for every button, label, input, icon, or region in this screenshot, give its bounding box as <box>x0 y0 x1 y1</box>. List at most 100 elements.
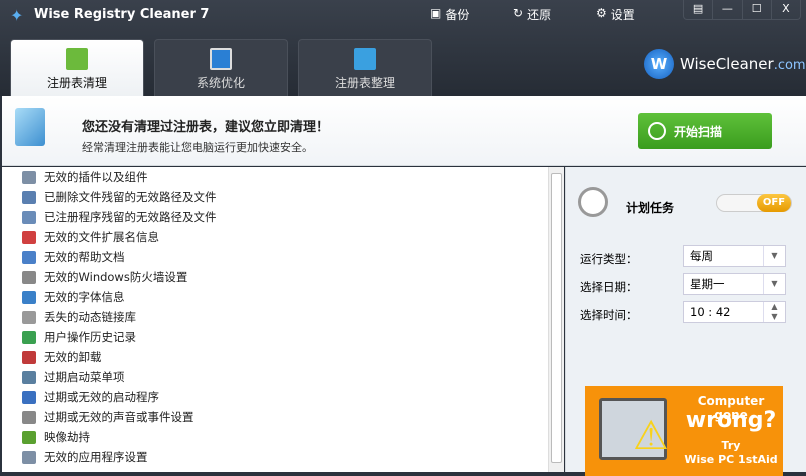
item-label: 过期启动菜单项 <box>44 370 125 384</box>
gear-icon: ⚙ <box>596 6 607 20</box>
scan-label: 开始扫描 <box>674 124 723 139</box>
list-item[interactable]: 无效的应用程序设置 <box>2 447 548 467</box>
item-label: 已注册程序残留的无效路径及文件 <box>44 210 217 224</box>
wise-pc-1staid-ad[interactable]: ⚠ Computer gone wrong? Try Wise PC 1stAid <box>585 386 783 476</box>
brand-name: WiseCleaner <box>680 55 774 73</box>
list-item[interactable]: 丢失的动态链接库 <box>2 307 548 327</box>
time-value: 10 : 42 <box>690 305 731 319</box>
item-label: 无效的字体信息 <box>44 290 125 304</box>
chevron-down-icon: ▼ <box>763 274 785 294</box>
category-icon <box>22 350 36 364</box>
banner-title: 您还没有清理过注册表，建议您立即清理！ <box>82 120 330 135</box>
date-select[interactable]: 星期一 ▼ <box>683 273 786 295</box>
title-bar: ✦ Wise Registry Cleaner 7 ▣ 备份 ↻ 还原 ⚙ 设置 ▤ … <box>0 0 806 96</box>
item-label: 丢失的动态链接库 <box>44 310 136 324</box>
run-type-select[interactable]: 每周 ▼ <box>683 245 786 267</box>
list-item[interactable]: 无效的字体信息 <box>2 287 548 307</box>
ad-cta: Try Wise PC 1stAid <box>681 439 781 467</box>
time-spinner[interactable]: 10 : 42 ▲ ▼ <box>683 301 786 323</box>
category-icon <box>22 190 36 204</box>
backup-label: 备份 <box>445 8 470 22</box>
tab-system-optimize[interactable]: 系统优化 <box>154 39 288 96</box>
list-item[interactable]: 无效的插件以及组件 <box>2 167 548 187</box>
category-icon <box>22 210 36 224</box>
window-controls: ▤ — ☐ X <box>683 0 801 20</box>
brand-suffix: .com <box>773 58 806 73</box>
schedule-title: 计划任务 <box>626 201 675 215</box>
item-label: 无效的插件以及组件 <box>44 170 148 184</box>
restore-label: 还原 <box>527 8 552 22</box>
settings-label: 设置 <box>610 8 635 22</box>
app-logo-icon: ✦ <box>10 6 24 25</box>
category-icon <box>22 170 36 184</box>
item-label: 无效的卸载 <box>44 350 102 364</box>
list-item[interactable]: 无效的卸载 <box>2 347 548 367</box>
tab-label: 系统优化 <box>196 76 245 90</box>
tab-label: 注册表整理 <box>334 76 395 90</box>
category-icon <box>22 410 36 424</box>
status-banner: 您还没有清理过注册表，建议您立即清理！ 经常清理注册表能让您电脑运行更加快速安全… <box>2 96 806 166</box>
toggle-label: OFF <box>757 194 791 212</box>
list-item[interactable]: 已删除文件残留的无效路径及文件 <box>2 187 548 207</box>
wisecleaner-logo[interactable]: W WiseCleaner.com <box>644 49 806 79</box>
cube-icon <box>15 108 45 146</box>
ad-line3: Try <box>721 439 741 452</box>
menu-button[interactable]: ▤ <box>684 0 712 19</box>
list-item[interactable]: 过期启动菜单项 <box>2 367 548 387</box>
scrollbar[interactable] <box>548 167 564 472</box>
category-icon <box>22 270 36 284</box>
close-button[interactable]: X <box>770 0 800 19</box>
start-scan-button[interactable]: 开始扫描 <box>638 113 772 149</box>
list-item[interactable]: 过期或无效的声音或事件设置 <box>2 407 548 427</box>
tab-registry-clean[interactable]: 注册表清理 <box>10 39 144 96</box>
monitor-icon <box>210 48 232 70</box>
list-item[interactable]: 无效的文件扩展名信息 <box>2 227 548 247</box>
item-label: 过期或无效的启动程序 <box>44 390 159 404</box>
settings-button[interactable]: ⚙ 设置 <box>596 6 635 23</box>
item-label: 无效的文件扩展名信息 <box>44 230 159 244</box>
category-icon <box>22 450 36 464</box>
ad-line4: Wise PC 1stAid <box>684 453 778 466</box>
category-icon <box>22 370 36 384</box>
scrollbar-thumb[interactable] <box>551 173 562 463</box>
minimize-button[interactable]: — <box>712 0 741 19</box>
restore-button[interactable]: ↻ 还原 <box>513 6 551 23</box>
category-icon <box>22 310 36 324</box>
app-title: Wise Registry Cleaner 7 <box>34 7 210 22</box>
chevron-down-icon: ▼ <box>763 246 785 266</box>
date-label: 选择日期： <box>580 280 638 294</box>
category-icon <box>22 290 36 304</box>
save-icon: ▣ <box>430 6 442 20</box>
category-icon <box>22 230 36 244</box>
stopwatch-icon <box>578 187 608 217</box>
category-icon <box>22 430 36 444</box>
list-item[interactable]: 用户操作历史记录 <box>2 327 548 347</box>
maximize-button[interactable]: ☐ <box>741 0 771 19</box>
spinner-arrows-icon[interactable]: ▲ ▼ <box>763 302 785 322</box>
registry-clean-icon <box>66 48 88 70</box>
item-label: 过期或无效的声音或事件设置 <box>44 410 194 424</box>
blocks-icon <box>354 48 376 70</box>
search-icon <box>648 122 666 140</box>
item-label: 映像劫持 <box>44 430 90 444</box>
backup-button[interactable]: ▣ 备份 <box>430 6 469 23</box>
scan-category-list: 无效的插件以及组件 已删除文件残留的无效路径及文件 已注册程序残留的无效路径及文件无… <box>2 167 548 472</box>
run-type-label: 运行类型： <box>580 252 638 266</box>
item-label: 无效的帮助文档 <box>44 250 125 264</box>
list-item[interactable]: 映像劫持 <box>2 427 548 447</box>
category-icon <box>22 390 36 404</box>
time-label: 选择时间： <box>580 308 638 322</box>
list-item[interactable]: 无效的帮助文档 <box>2 247 548 267</box>
tab-registry-defrag[interactable]: 注册表整理 <box>298 39 432 96</box>
date-value: 星期一 <box>690 277 725 291</box>
item-label: 已删除文件残留的无效路径及文件 <box>44 190 217 204</box>
list-item[interactable]: 已注册程序残留的无效路径及文件 <box>2 207 548 227</box>
item-label: 无效的Windows防火墙设置 <box>44 270 188 284</box>
item-label: 用户操作历史记录 <box>44 330 136 344</box>
schedule-panel: 计划任务 OFF 运行类型： 每周 ▼ 选择日期： 星期一 ▼ 选择时间： 10 :… <box>565 167 806 476</box>
list-item[interactable]: 无效的Windows防火墙设置 <box>2 267 548 287</box>
category-icon <box>22 250 36 264</box>
list-item[interactable]: 过期或无效的启动程序 <box>2 387 548 407</box>
schedule-toggle[interactable]: OFF <box>716 194 792 212</box>
brand-mark: W <box>644 49 674 79</box>
